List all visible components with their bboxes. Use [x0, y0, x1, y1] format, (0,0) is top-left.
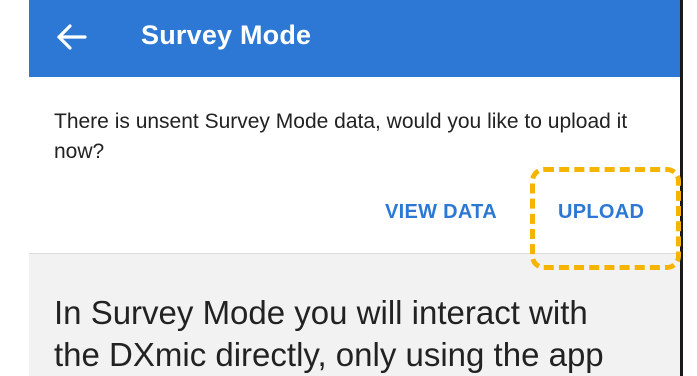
- arrow-left-icon[interactable]: [55, 22, 89, 52]
- unsent-data-dialog: There is unsent Survey Mode data, would …: [29, 77, 680, 254]
- dialog-message: There is unsent Survey Mode data, would …: [54, 110, 628, 163]
- page-title: Survey Mode: [141, 20, 312, 50]
- screen-edge: [680, 0, 683, 376]
- description-line-2: the DXmic directly, only using the app: [54, 336, 604, 373]
- upload-button[interactable]: UPLOAD: [558, 201, 644, 224]
- app-bar: Survey Mode: [29, 0, 680, 77]
- survey-mode-description: In Survey Mode you will interact with th…: [54, 292, 674, 376]
- phone-screen: Survey Mode There is unsent Survey Mode …: [29, 0, 680, 376]
- dialog-actions: VIEW DATA UPLOAD: [29, 197, 680, 237]
- view-data-button[interactable]: VIEW DATA: [385, 201, 497, 224]
- description-line-1: In Survey Mode you will interact with: [54, 294, 588, 331]
